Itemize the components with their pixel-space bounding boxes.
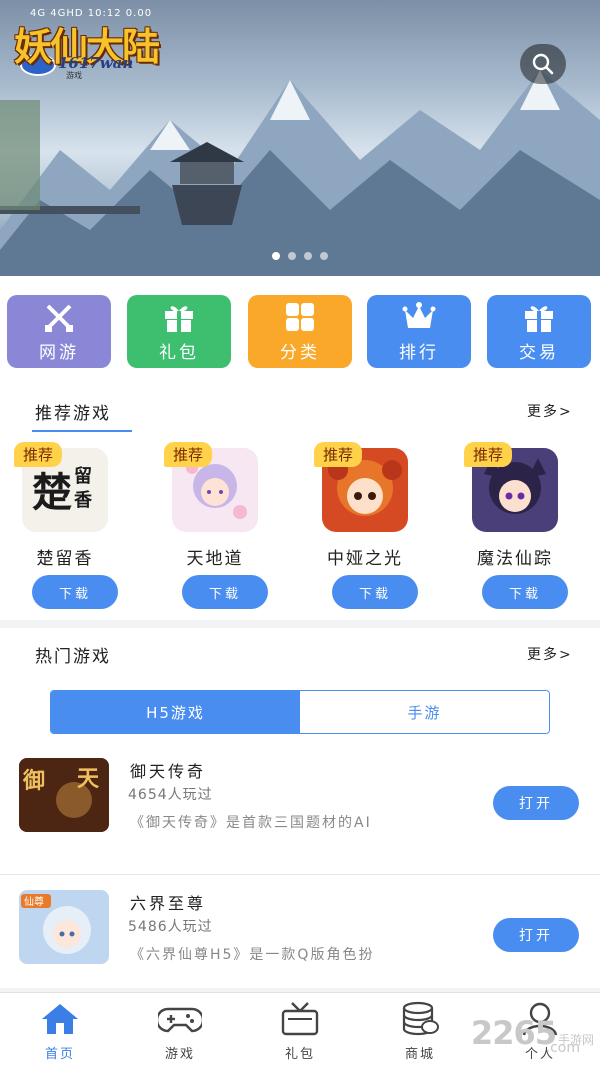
tv-gift-icon [281, 1002, 319, 1036]
category-label: 分类 [280, 343, 320, 363]
gamepad-icon [158, 1007, 202, 1033]
tab-label: 游戏 [164, 1047, 195, 1062]
category-wangyou[interactable]: 网游 [7, 295, 111, 368]
game-name: 中娅之光 [327, 549, 403, 569]
game-title: 六界至尊 [130, 894, 207, 913]
pagination-dot[interactable] [288, 252, 296, 260]
category-label: 网游 [39, 343, 79, 363]
tab-label: 首页 [44, 1047, 75, 1062]
pagination-dot[interactable] [304, 252, 312, 260]
hot-tabs: H5游戏 手游 [50, 690, 550, 734]
gift-icon [165, 306, 193, 332]
play-count: 4654人玩过 [128, 787, 213, 803]
pagination-dot[interactable] [272, 252, 280, 260]
banner-pagination [0, 252, 600, 260]
category-label: 交易 [519, 343, 559, 363]
category-label: 礼包 [159, 343, 199, 363]
home-icon [42, 1004, 78, 1034]
download-button[interactable]: 下载 [482, 575, 568, 609]
recommend-tag: 推荐 [164, 442, 213, 467]
svg-text:香: 香 [73, 490, 93, 511]
download-button[interactable]: 下载 [182, 575, 268, 609]
game-description: 《御天传奇》是首款三国题材的AI [130, 815, 372, 831]
watermark-brand: 2265 [470, 1014, 557, 1052]
app-root: 4G 4GHD 10:12 0.00 妖仙大陆 1617wan 游戏 网游 礼包… [0, 0, 600, 1067]
tab-label: 礼包 [284, 1047, 315, 1062]
recommend-title: 推荐游戏 [35, 404, 111, 424]
game-icon: 御 天 [19, 758, 109, 832]
recommend-tag: 推荐 [314, 442, 363, 467]
category-bar: 网游 礼包 分类 排行 交易 [0, 276, 600, 372]
svg-text:天: 天 [77, 766, 100, 792]
hero-banner[interactable]: 4G 4GHD 10:12 0.00 妖仙大陆 1617wan 游戏 [0, 0, 600, 276]
tab-home[interactable]: 首页 [20, 1001, 100, 1062]
recommend-tag: 推荐 [14, 442, 63, 467]
recommend-tag: 推荐 [464, 442, 513, 467]
download-button[interactable]: 下载 [32, 575, 118, 609]
category-libao[interactable]: 礼包 [127, 295, 231, 368]
hot-game-row[interactable]: 御 天 御天传奇 4654人玩过 《御天传奇》是首款三国题材的AI 打开 [0, 758, 600, 868]
tab-gifts[interactable]: 礼包 [260, 1001, 340, 1062]
hot-title: 热门游戏 [35, 647, 111, 667]
category-jiaoyi[interactable]: 交易 [487, 295, 591, 368]
search-icon [532, 53, 554, 75]
tab-shop[interactable]: 商城 [380, 1001, 460, 1062]
hot-game-row[interactable]: 仙尊 六界至尊 5486人玩过 《六界仙尊H5》是一款Q版角色扮 打开 [0, 890, 600, 1000]
download-button[interactable]: 下载 [332, 575, 418, 609]
grid-icon [286, 303, 314, 331]
gift-icon [525, 306, 553, 332]
game-description: 《六界仙尊H5》是一款Q版角色扮 [130, 947, 375, 963]
recommend-more-link[interactable]: 更多> [527, 401, 573, 421]
pagination-dot[interactable] [320, 252, 328, 260]
search-button[interactable] [520, 44, 566, 84]
category-label: 排行 [399, 343, 439, 363]
tab-label: 商城 [404, 1047, 435, 1062]
game-icon: 仙尊 [19, 890, 109, 964]
svg-text:楚: 楚 [32, 469, 72, 516]
recommend-underline [32, 430, 132, 432]
game-title: 御天传奇 [130, 762, 207, 781]
tab-games[interactable]: 游戏 [140, 1001, 220, 1062]
open-button[interactable]: 打开 [493, 786, 579, 820]
crown-icon [402, 302, 436, 328]
category-paihang[interactable]: 排行 [367, 295, 471, 368]
category-fenlei[interactable]: 分类 [248, 295, 352, 368]
svg-text:仙尊: 仙尊 [24, 895, 44, 908]
hot-section: 热门游戏 更多> H5游戏 手游 御 天 御天传奇 4654人玩过 《御天传奇》… [0, 628, 600, 988]
open-button[interactable]: 打开 [493, 918, 579, 952]
game-name: 楚留香 [36, 549, 94, 569]
svg-text:御: 御 [22, 768, 45, 794]
coins-icon [402, 1001, 439, 1036]
swords-icon [45, 304, 73, 332]
play-count: 5486人玩过 [128, 919, 213, 935]
watermark-tail: .com [545, 1040, 580, 1056]
tab-h5[interactable]: H5游戏 [51, 691, 300, 733]
hot-more-link[interactable]: 更多> [527, 644, 573, 664]
row-divider [0, 874, 600, 875]
svg-text:留: 留 [74, 465, 92, 487]
game-name: 魔法仙踪 [477, 549, 553, 569]
game-name: 天地道 [186, 549, 244, 569]
tab-mobile[interactable]: 手游 [300, 691, 549, 733]
game-logo-small: 游戏 [66, 71, 82, 80]
recommend-section: 推荐游戏 更多> 楚 留 香 推荐 楚留香 下载 推荐 天地道 下载 推荐 中娅… [0, 372, 600, 620]
